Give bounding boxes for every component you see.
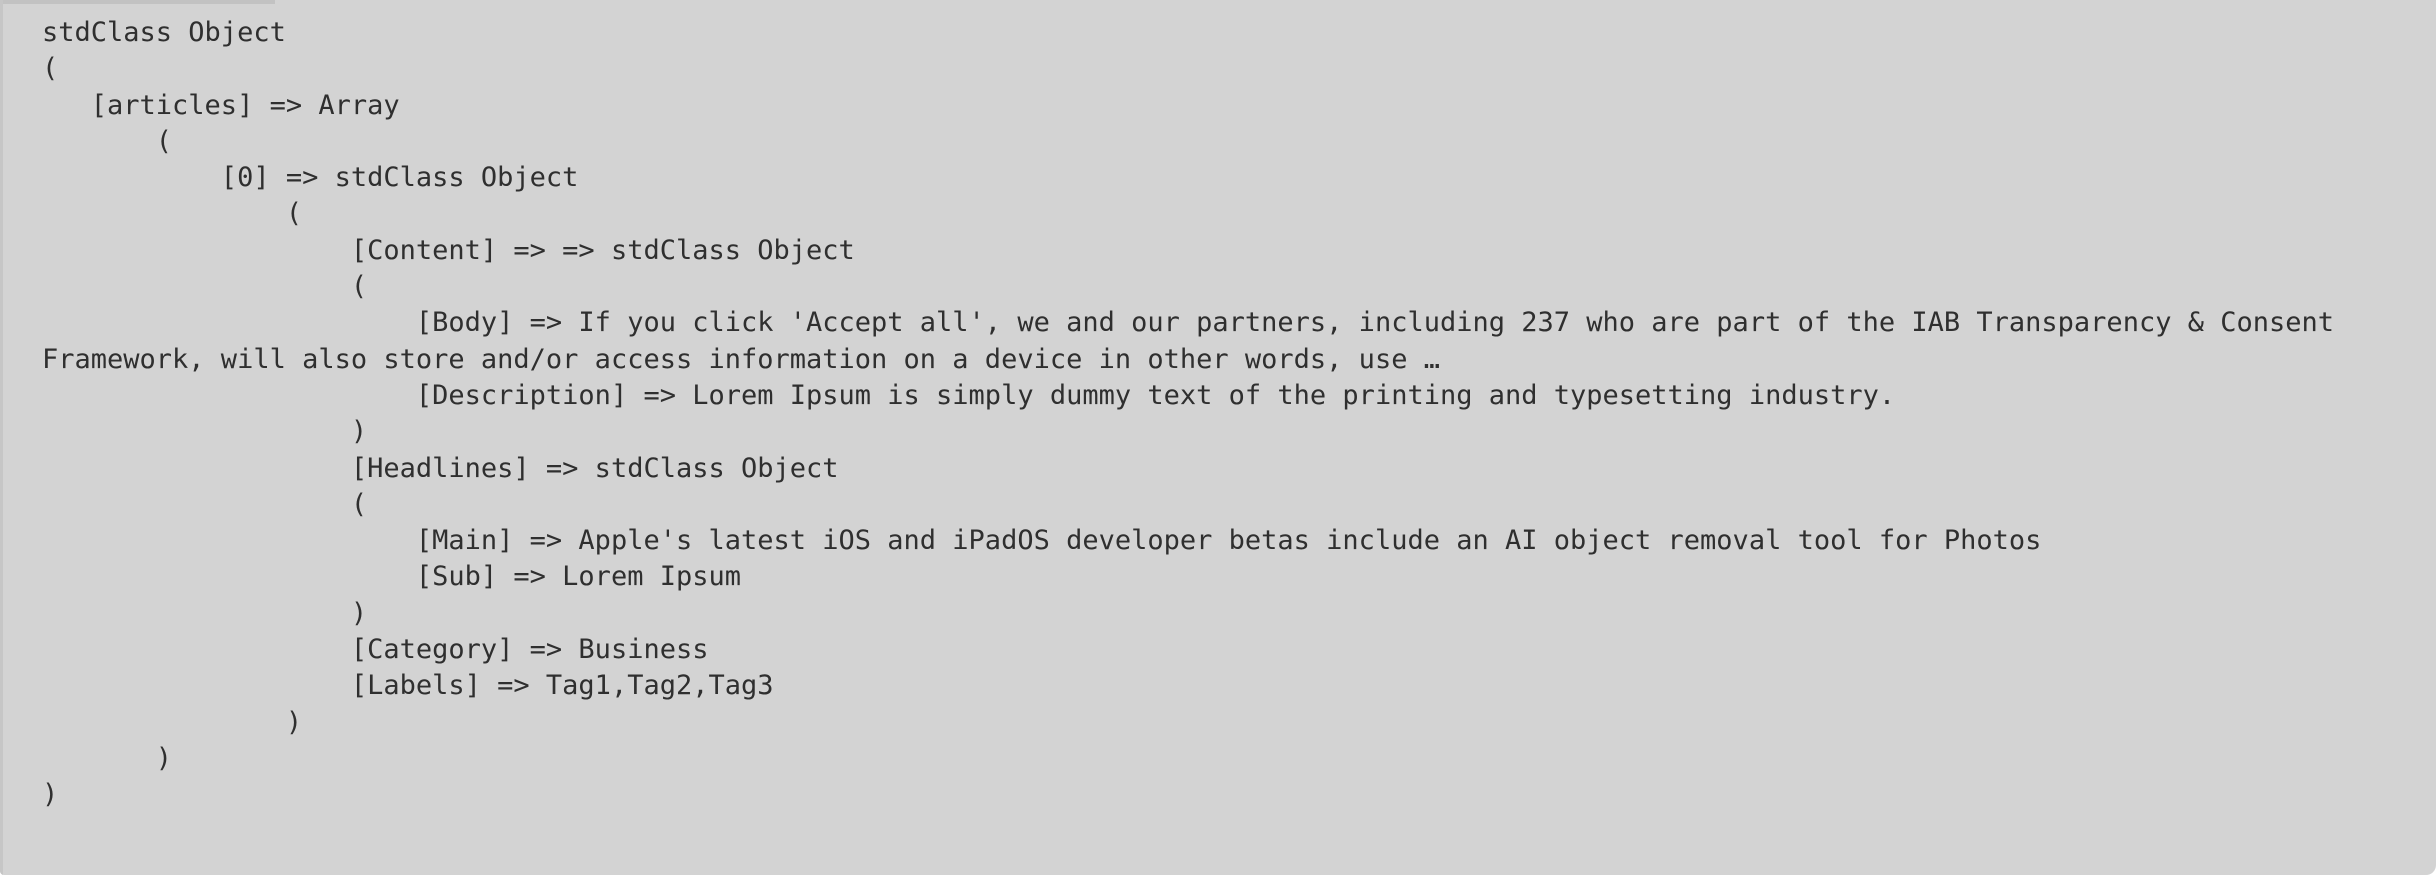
code-line: [Main] => Apple's latest iOS and iPadOS … [42,525,2042,557]
code-output-panel: stdClass Object ( [articles] => Array ( [… [0,0,2436,875]
code-line: [Labels] => Tag1,Tag2,Tag3 [42,670,774,702]
code-line: [Description] => Lorem Ipsum is simply d… [42,379,1896,411]
code-line: [Body] => If you click 'Accept all', we … [42,307,2335,339]
code-line: [Headlines] => stdClass Object [42,452,839,484]
code-line: ( [42,271,368,303]
code-line: ) [42,742,173,774]
panel-top-accent [0,0,275,4]
code-line: Framework, will also store and/or access… [42,343,1440,375]
code-line: [Sub] => Lorem Ipsum [42,561,741,593]
code-line: ) [42,597,368,629]
code-line: ( [42,488,368,520]
code-line: [articles] => Array [42,89,400,121]
code-line: ( [42,198,303,230]
code-line: ( [42,53,59,85]
code-line: ) [42,416,368,448]
code-line: [Content] => => stdClass Object [42,234,855,266]
code-line: stdClass Object [42,17,286,48]
code-line: ) [42,706,303,738]
code-block: stdClass Object ( [articles] => Array ( [… [42,15,2422,814]
code-line: ) [42,779,59,811]
code-line: [Category] => Business [42,634,709,666]
panel-left-edge [0,0,3,875]
code-line: [0] => stdClass Object [42,162,579,194]
code-line: ( [42,125,173,157]
